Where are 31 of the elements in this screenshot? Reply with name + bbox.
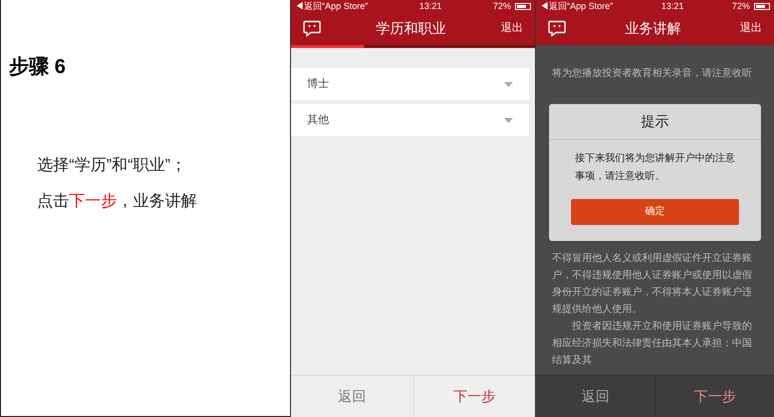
dropdown-field[interactable]: 博士 [291, 68, 529, 100]
dropdown-arrow-icon [504, 118, 513, 122]
chat-icon[interactable] [303, 20, 321, 37]
battery-percent: 72% [492, 2, 511, 10]
notice-paragraph: 不得冒用他人名义或利用虚假证件开立证券账户，不得违规使用他人证券账户或使用以虚假身份开立的证券账户，不得将本人证券账户违规提供给他人使用。 [552, 252, 753, 317]
notice-paragraph: 投资者因违规开立和使用证券账户导致的相应经济损失和法律责任由其本人承担；中国结算及其 [552, 320, 753, 368]
status-back-link[interactable]: ◀返回“App Store” [540, 2, 614, 10]
exit-button[interactable]: 退出 [740, 20, 762, 37]
exit-button[interactable]: 退出 [501, 20, 523, 37]
intro-text: 将为您播放投资者教育相关录音，请注意收听 [552, 66, 753, 81]
back-button[interactable]: 返回 [291, 376, 414, 417]
battery-icon [514, 2, 531, 10]
dropdown-field[interactable]: 其他 [291, 104, 529, 136]
instruction-text: 选择“学历”和“职业”； [37, 156, 188, 176]
confirm-button[interactable]: 确定 [571, 198, 739, 224]
chat-icon[interactable] [548, 20, 566, 37]
next-button[interactable]: 下一步 [414, 376, 535, 417]
dropdown-arrow-icon [504, 82, 513, 86]
step-title: 步骤 6 [9, 55, 67, 80]
instruction-text: 点击下一步，业务讲解 [37, 192, 198, 212]
battery-percent: 72% [732, 2, 750, 10]
dialog-message: 接下来我们将为您讲解开户中的注意事项，请注意收听。 [574, 152, 736, 184]
status-time: 13:21 [419, 2, 442, 10]
back-button[interactable]: 返回 [536, 376, 656, 417]
battery-icon [754, 2, 770, 10]
header-title: 业务讲解 [625, 19, 681, 38]
dialog-title: 提示 [549, 104, 761, 140]
header-title: 学历和职业 [376, 19, 446, 38]
status-back-link[interactable]: ◀返回“App Store” [295, 2, 368, 10]
next-button[interactable]: 下一步 [656, 376, 774, 417]
status-time: 13:21 [661, 2, 684, 10]
